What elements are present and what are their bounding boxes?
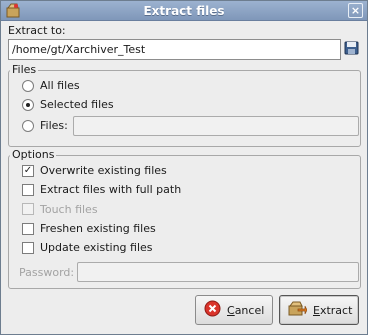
options-frame-title: Options	[10, 148, 57, 161]
radio-all-files[interactable]	[22, 80, 34, 92]
checkbox-touch-files-label: Touch files	[40, 203, 98, 216]
close-button[interactable]: ×	[348, 3, 363, 18]
checkbox-freshen-label: Freshen existing files	[40, 222, 156, 235]
password-label: Password:	[19, 266, 75, 279]
checkbox-update[interactable]	[22, 242, 34, 254]
checkbox-overwrite[interactable]: ✓	[22, 165, 34, 177]
extract-icon	[288, 300, 308, 320]
cancel-button[interactable]: Cancel	[195, 295, 273, 325]
checkbox-full-path-label: Extract files with full path	[40, 183, 182, 196]
password-input[interactable]	[77, 262, 359, 282]
extract-dialog: Extract files × Extract to: /home/gt/Xar…	[0, 0, 368, 335]
cancel-button-label: Cancel	[227, 303, 265, 317]
checkbox-overwrite-label: Overwrite existing files	[40, 164, 167, 177]
files-frame-title: Files	[10, 63, 39, 76]
destination-path-input[interactable]: /home/gt/Xarchiver_Test	[8, 39, 341, 60]
checkbox-touch-files[interactable]	[22, 203, 34, 215]
browse-folder-button[interactable]	[341, 39, 361, 60]
extract-button[interactable]: Extract	[279, 295, 359, 325]
radio-files-pattern[interactable]	[22, 120, 34, 132]
checkbox-full-path[interactable]	[22, 184, 34, 196]
radio-all-files-label: All files	[40, 79, 80, 92]
cancel-icon	[204, 300, 221, 320]
extract-to-label: Extract to:	[8, 24, 66, 37]
title-bar: Extract files ×	[1, 1, 367, 21]
extract-button-label: Extract	[313, 303, 353, 317]
files-pattern-input[interactable]	[73, 116, 359, 136]
radio-selected-files-label: Selected files	[40, 98, 114, 111]
floppy-folder-icon	[344, 41, 359, 58]
checkbox-freshen[interactable]	[22, 223, 34, 235]
radio-selected-files[interactable]	[22, 99, 34, 111]
checkbox-update-label: Update existing files	[40, 241, 153, 254]
radio-files-pattern-label: Files:	[40, 119, 68, 132]
window-title: Extract files	[143, 4, 225, 18]
